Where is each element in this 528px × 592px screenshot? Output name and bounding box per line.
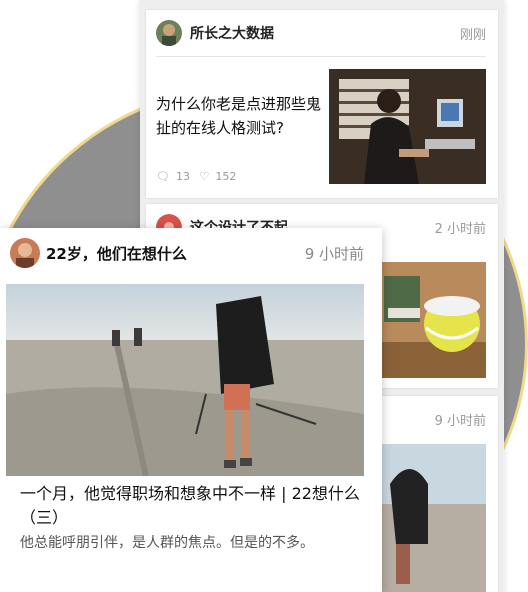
post-time: 9 小时前 — [434, 414, 486, 429]
article-excerpt: 他总能呼朋引伴，是人群的焦点。但是的不多。 — [20, 535, 314, 551]
article-title[interactable]: 为什么你老是点进那些鬼扯的在线人格测试? — [156, 92, 321, 140]
post-time: 刚刚 — [459, 28, 486, 43]
card-header: 所长之大数据 刚刚 — [156, 20, 486, 48]
article-thumbnail[interactable] — [380, 444, 486, 592]
avatar[interactable] — [156, 20, 182, 46]
article-thumbnail[interactable] — [380, 262, 486, 378]
author-name[interactable]: 22岁，他们在想什么 — [46, 243, 187, 264]
divider — [156, 56, 486, 57]
magnified-card[interactable]: 22岁，他们在想什么 9 小时前 一个月，他觉得职场和想象中不一样 | 22想什… — [0, 228, 382, 592]
like-count: 152 — [215, 170, 237, 183]
article-stats: 🗨 13 ♡ 152 — [156, 170, 242, 183]
comment-count: 13 — [175, 170, 190, 183]
heart-icon[interactable]: ♡ — [199, 170, 209, 183]
article-thumbnail[interactable] — [329, 69, 486, 184]
promo-stage: 所长之大数据 刚刚 为什么你老是点进那些鬼扯的在线人格测试? 🗨 13 ♡ 15… — [0, 0, 528, 592]
avatar[interactable] — [10, 238, 40, 268]
card-header: 22岁，他们在想什么 9 小时前 — [10, 238, 364, 270]
comment-icon[interactable]: 🗨 — [156, 170, 170, 183]
post-time: 9 小时前 — [304, 245, 364, 263]
post-time: 2 小时前 — [434, 222, 486, 237]
article-image[interactable] — [6, 284, 364, 476]
author-name[interactable]: 所长之大数据 — [190, 23, 274, 43]
article-card[interactable]: 所长之大数据 刚刚 为什么你老是点进那些鬼扯的在线人格测试? 🗨 13 ♡ 15… — [146, 10, 498, 198]
article-title[interactable]: 一个月，他觉得职场和想象中不一样 | 22想什么（三） — [20, 482, 370, 530]
